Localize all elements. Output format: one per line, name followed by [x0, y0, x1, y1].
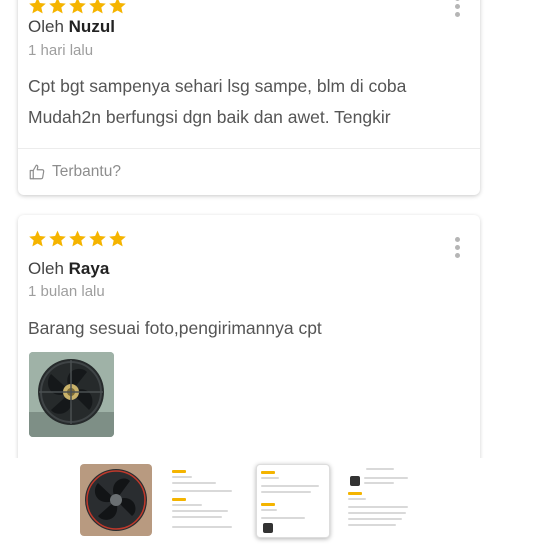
kebab-menu-icon[interactable] [454, 237, 460, 258]
star-icon [29, 0, 46, 14]
review-text-line: Mudah2n berfungsi dgn baik dan awet. Ten… [28, 107, 391, 127]
author-name: Nuzul [68, 17, 115, 36]
thumbnail-fan-photo[interactable] [80, 464, 152, 536]
thumbnail-review-screenshot[interactable] [168, 464, 240, 536]
divider [18, 148, 480, 149]
star-rating [28, 229, 127, 248]
thumbnail-product-screenshot[interactable] [344, 464, 416, 536]
review-author: Oleh Nuzul [28, 17, 115, 37]
helpful-button[interactable]: Terbantu? [28, 163, 121, 181]
star-icon [89, 230, 106, 247]
review-author: Oleh Raya [28, 259, 109, 279]
kebab-menu-icon[interactable] [454, 0, 460, 17]
review-card: Oleh Nuzul 1 hari lalu Cpt bgt sampenya … [18, 0, 480, 195]
fan-image [29, 352, 114, 437]
thumbnail-strip [0, 458, 553, 553]
review-text-line: Barang sesuai foto,pengirimannya cpt [28, 318, 322, 338]
star-icon [109, 230, 126, 247]
star-icon [49, 0, 66, 14]
star-icon [69, 0, 86, 14]
thumbnail-review-screenshot-selected[interactable] [256, 464, 330, 538]
review-photo-fan[interactable] [29, 352, 114, 437]
review-text-line: Cpt bgt sampenya sehari lsg sampe, blm d… [28, 76, 407, 96]
author-prefix: Oleh [28, 259, 64, 278]
fan-thumbnail-image [80, 464, 152, 536]
star-icon [109, 0, 126, 14]
review-text: Cpt bgt sampenya sehari lsg sampe, blm d… [28, 71, 468, 133]
review-date: 1 bulan lalu [28, 283, 105, 300]
review-date: 1 hari lalu [28, 42, 94, 59]
author-name: Raya [68, 259, 110, 278]
helpful-label: Terbantu? [52, 163, 121, 180]
star-rating [28, 0, 127, 15]
review-text: Barang sesuai foto,pengirimannya cpt [28, 313, 468, 344]
star-icon [49, 230, 66, 247]
author-prefix: Oleh [28, 17, 64, 36]
star-icon [29, 230, 46, 247]
star-icon [69, 230, 86, 247]
thumbs-up-icon [29, 164, 45, 180]
review-card: Oleh Raya 1 bulan lalu Barang sesuai fot… [18, 215, 480, 475]
star-icon [89, 0, 106, 14]
